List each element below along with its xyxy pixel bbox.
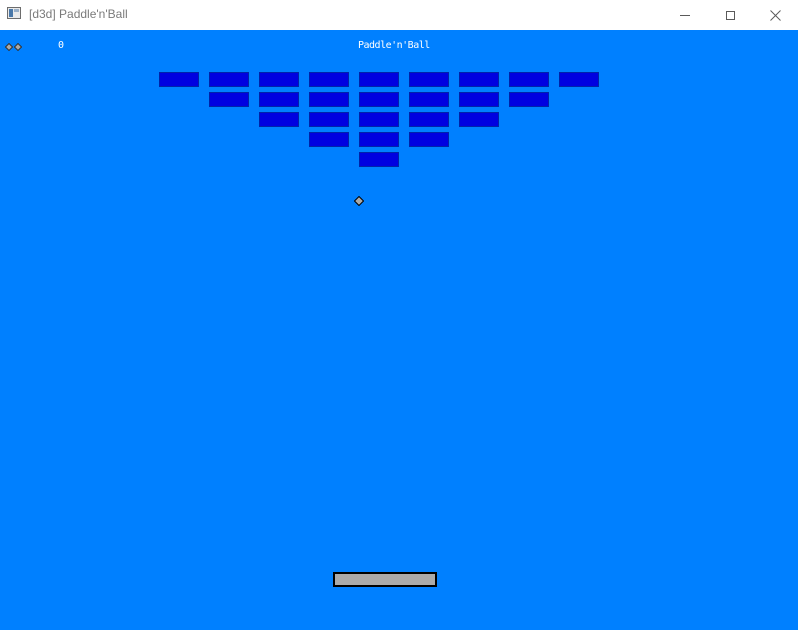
brick <box>159 72 199 87</box>
brick <box>509 92 549 107</box>
brick <box>409 72 449 87</box>
brick <box>259 72 299 87</box>
brick <box>409 112 449 127</box>
brick <box>459 72 499 87</box>
brick <box>359 72 399 87</box>
brick <box>459 112 499 127</box>
brick <box>509 72 549 87</box>
ball <box>354 196 364 206</box>
maximize-button[interactable] <box>707 0 753 30</box>
brick <box>259 92 299 107</box>
brick <box>359 152 399 167</box>
app-window-icon[interactable] <box>7 7 21 19</box>
close-button[interactable] <box>752 0 798 30</box>
brick <box>459 92 499 107</box>
app-window: [d3d] Paddle'n'Ball 0 Paddle'n'Ball <box>0 0 798 630</box>
brick <box>309 112 349 127</box>
brick <box>309 92 349 107</box>
window-title: [d3d] Paddle'n'Ball <box>29 7 128 21</box>
brick-wall <box>0 30 798 630</box>
game-canvas[interactable]: 0 Paddle'n'Ball <box>0 30 798 630</box>
brick <box>559 72 599 87</box>
title-bar[interactable]: [d3d] Paddle'n'Ball <box>0 0 798 30</box>
brick <box>209 92 249 107</box>
brick <box>209 72 249 87</box>
close-icon <box>769 9 781 21</box>
brick <box>359 92 399 107</box>
paddle <box>333 572 437 587</box>
brick <box>359 112 399 127</box>
brick <box>309 72 349 87</box>
brick <box>409 132 449 147</box>
maximize-icon <box>725 10 735 20</box>
brick <box>309 132 349 147</box>
brick <box>409 92 449 107</box>
minimize-button[interactable] <box>662 0 708 30</box>
minimize-icon <box>680 14 690 16</box>
brick <box>259 112 299 127</box>
brick <box>359 132 399 147</box>
